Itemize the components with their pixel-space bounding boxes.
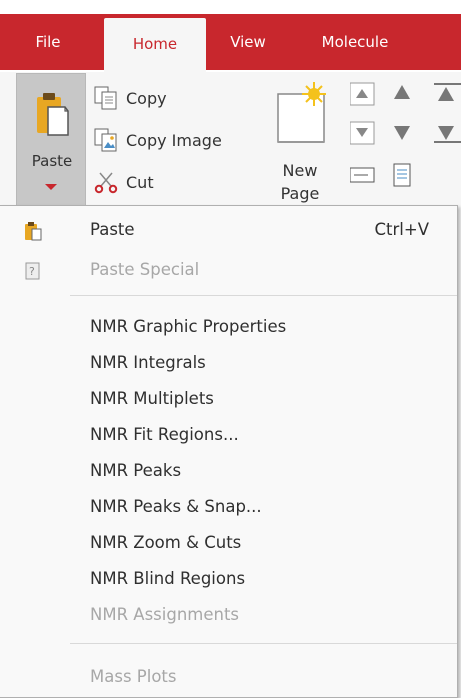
menu-item-nmr-multiplets[interactable]: NMR Multiplets [0, 383, 455, 415]
tab-view[interactable]: View [218, 14, 278, 70]
menu-item-shortcut: Ctrl+V [374, 220, 429, 239]
page-navigation-group [349, 82, 461, 206]
copy-label: Copy [126, 88, 167, 108]
text-box-icon[interactable] [349, 167, 375, 183]
menu-item-label: NMR Assignments [90, 605, 240, 624]
paste-button-label: Paste [31, 152, 73, 170]
cut-label: Cut [126, 172, 154, 192]
first-page-icon[interactable] [349, 82, 375, 106]
ribbon: Paste Copy Copy Image Cut New Page [0, 72, 461, 207]
copy-icon [94, 86, 118, 110]
previous-page-icon[interactable] [394, 85, 410, 99]
menu-item-nmr-integrals[interactable]: NMR Integrals [0, 347, 455, 379]
last-page-icon[interactable] [349, 121, 375, 145]
menu-separator [70, 643, 457, 644]
paste-dropdown-menu: Paste Ctrl+V ? Paste Special NMR Graphic… [0, 205, 458, 698]
menu-item-label: NMR Peaks [90, 461, 182, 480]
menu-separator [70, 295, 457, 296]
menu-item-nmr-graphic-properties[interactable]: NMR Graphic Properties [0, 311, 455, 343]
menu-item-nmr-assignments: NMR Assignments [0, 599, 455, 631]
paste-icon [24, 221, 42, 245]
svg-text:?: ? [29, 265, 35, 278]
paste-icon [35, 83, 69, 145]
menu-item-nmr-blind-regions[interactable]: NMR Blind Regions [0, 563, 455, 595]
tab-file[interactable]: File [20, 14, 76, 70]
chevron-down-icon[interactable] [45, 184, 57, 190]
bottom-align-icon[interactable] [434, 126, 461, 143]
menu-item-nmr-fit-regions[interactable]: NMR Fit Regions... [0, 419, 455, 451]
menu-item-nmr-peaks[interactable]: NMR Peaks [0, 455, 455, 487]
menu-item-label: Paste Special [90, 260, 200, 279]
scissors-icon [94, 170, 118, 194]
cut-button[interactable]: Cut [94, 164, 154, 200]
new-page-icon [274, 82, 330, 158]
new-page-label-line2: Page [280, 184, 320, 203]
menu-item-label: Paste [90, 220, 135, 239]
copy-image-label: Copy Image [126, 130, 222, 150]
paste-button[interactable]: Paste [16, 73, 86, 207]
copy-button[interactable]: Copy [94, 80, 167, 116]
menu-item-paste[interactable]: Paste Ctrl+V [0, 214, 455, 246]
menu-item-paste-special: ? Paste Special [0, 254, 455, 286]
copy-image-icon [94, 128, 118, 152]
top-align-icon[interactable] [434, 83, 461, 101]
new-page-button[interactable]: New Page [265, 82, 335, 203]
menu-item-mass-plots: Mass Plots [0, 661, 455, 693]
app-window: File Home View Molecule Paste Copy Copy … [0, 0, 461, 698]
new-page-label-line1: New [282, 161, 318, 180]
menu-item-label: Mass Plots [90, 667, 177, 686]
menu-item-label: NMR Multiplets [90, 389, 214, 408]
menu-item-label: NMR Graphic Properties [90, 317, 287, 336]
paste-special-icon: ? [24, 261, 42, 285]
tab-molecule[interactable]: Molecule [295, 14, 415, 70]
copy-image-button[interactable]: Copy Image [94, 122, 222, 158]
menu-item-label: NMR Zoom & Cuts [90, 533, 242, 552]
menu-item-nmr-peaks-snap[interactable]: NMR Peaks & Snap... [0, 491, 455, 523]
menu-item-label: NMR Integrals [90, 353, 206, 372]
document-icon[interactable] [393, 163, 411, 187]
next-page-icon[interactable] [394, 126, 410, 140]
menu-item-label: NMR Fit Regions... [90, 425, 239, 444]
menu-item-label: NMR Peaks & Snap... [90, 497, 262, 516]
menu-item-nmr-zoom-cuts[interactable]: NMR Zoom & Cuts [0, 527, 455, 559]
tab-home[interactable]: Home [104, 18, 206, 72]
menu-item-label: NMR Blind Regions [90, 569, 246, 588]
